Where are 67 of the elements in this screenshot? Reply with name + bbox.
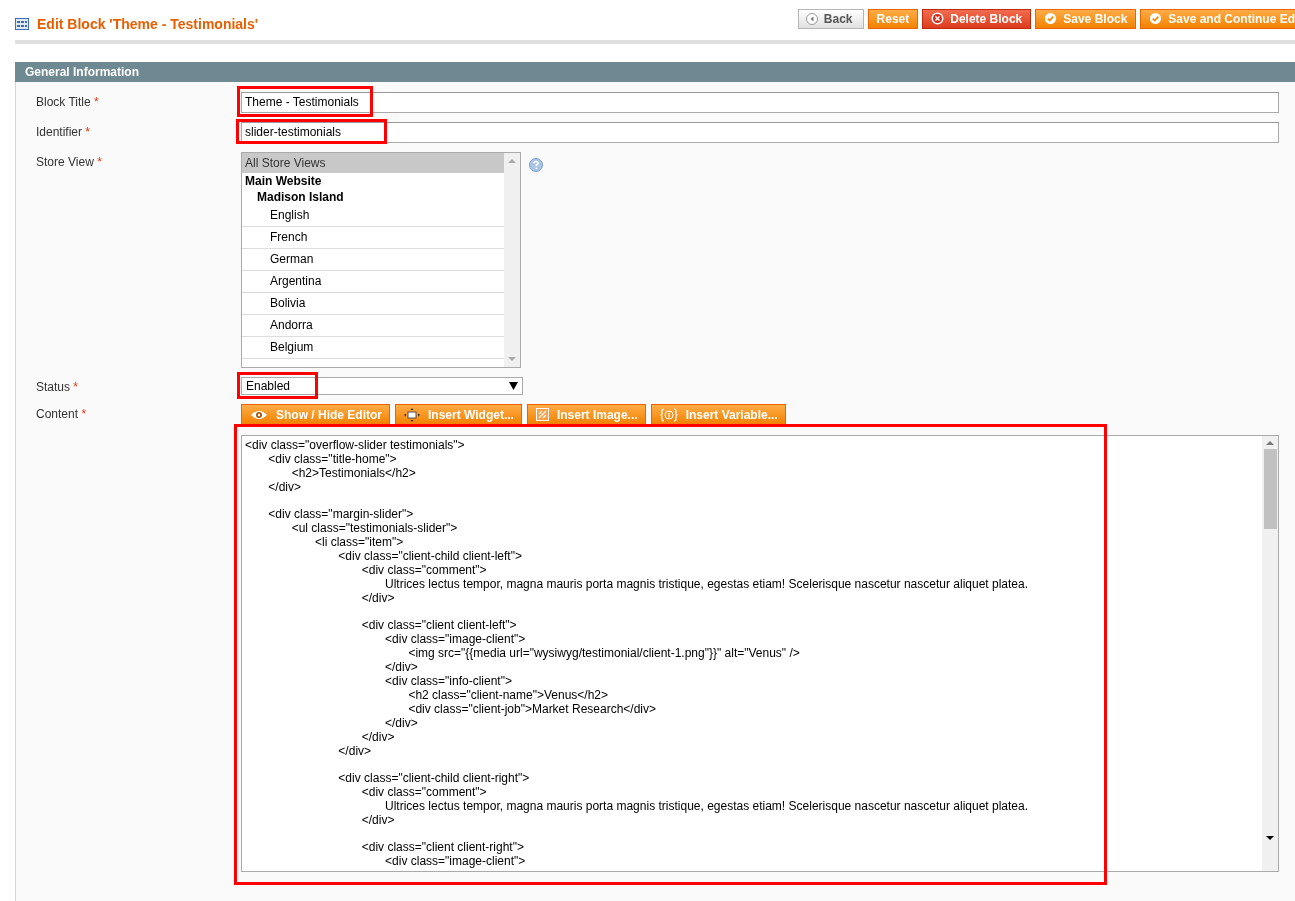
code-line: <div class="client-child client-left"> <box>337 549 523 563</box>
code-line: <li class="item"> <box>314 535 405 549</box>
code-line: <h2>Testimonials</h2> <box>290 466 417 480</box>
widget-icon <box>404 407 420 422</box>
scroll-up-icon[interactable] <box>1266 440 1274 446</box>
text-field[interactable]: Theme - Testimonials <box>241 92 1279 113</box>
page-title: Edit Block 'Theme - Testimonials' <box>37 15 260 32</box>
list-option[interactable]: Argentina <box>242 271 504 293</box>
dropdown-arrow-icon <box>509 382 518 390</box>
check-icon <box>1149 12 1163 25</box>
eye-icon <box>250 408 268 421</box>
code-line: </div> <box>337 744 373 758</box>
group-label: Main Website <box>244 173 323 189</box>
field-label: Block Title * <box>36 94 100 111</box>
code-line: <div class="client-job">Market Research</div> <box>407 702 657 716</box>
group-label: Madison Island <box>256 189 345 205</box>
scrollbar[interactable] <box>1262 436 1278 871</box>
delete-button[interactable]: Delete Block <box>922 8 1032 29</box>
field-label: Status * <box>36 379 80 395</box>
code-line: <div class="image-client"> <box>384 632 527 646</box>
code-line: <div class="client-child client-right"> <box>337 770 531 785</box>
code-line: <div class="comment"> <box>360 785 488 799</box>
code-line: Ultrices lectus tempor, magna mauris porta magnis tristique, egestas etiam! Scelerisque nascetur nascetur aliquet platea. <box>384 799 1029 813</box>
code-line: </div> <box>267 480 303 494</box>
code-line: <div class="image-client"> <box>384 854 527 868</box>
code-line: <img src="{{media url="wysiwyg/testimonial/client-1.png"}}" alt="Venus" /> <box>407 646 801 660</box>
list-option[interactable]: German <box>242 249 504 271</box>
code-line: </div> <box>384 716 419 730</box>
list-option[interactable]: All Store Views <box>242 153 504 173</box>
text-field[interactable]: slider-testimonials <box>241 122 1279 143</box>
close-icon <box>931 12 945 25</box>
scrollbar-thumb[interactable] <box>1263 449 1277 529</box>
image-icon <box>535 408 549 421</box>
help-icon[interactable] <box>529 158 543 172</box>
field-label: Store View * <box>36 154 103 171</box>
code-line: <div class="title-home"> <box>267 452 398 466</box>
code-editor[interactable] <box>241 435 1279 872</box>
code-line: </div> <box>360 591 396 605</box>
scroll-up-icon[interactable] <box>508 158 516 164</box>
code-line: <h2 class="client-name">Venus</h2> <box>407 688 610 702</box>
check-icon <box>1044 12 1058 25</box>
code-line: <div class="client client-left"> <box>360 617 518 632</box>
code-line: <div class="comment"> <box>360 563 488 577</box>
code-line: Ultrices lectus tempor, magna mauris porta magnis tristique, egestas etiam! Scelerisque nascetur nascetur aliquet platea. <box>384 577 1029 591</box>
field-label: Identifier * <box>36 124 92 141</box>
grid-icon <box>15 17 29 30</box>
list-option[interactable]: Andorra <box>242 315 504 337</box>
list-option[interactable]: Belgium <box>242 337 504 359</box>
variable-icon <box>659 407 678 422</box>
code-line: </div> <box>384 660 419 674</box>
scrollbar[interactable] <box>504 153 520 367</box>
scroll-down-icon[interactable] <box>1266 835 1274 841</box>
store-view-list[interactable]: All Store Views Main Website Madison Island English French German Argentina Bolivia Andorra Belgium <box>241 152 521 368</box>
code-line: <div class="client client-right"> <box>360 839 525 854</box>
code-line: <div class="info-client"> <box>384 674 513 688</box>
code-line: </div> <box>360 813 396 827</box>
section-header: General Information <box>15 62 1295 82</box>
field-label: Content * <box>36 406 88 423</box>
status-dropdown[interactable]: Enabled <box>241 377 523 395</box>
code-line: </div> <box>360 730 396 744</box>
list-option[interactable]: French <box>242 227 504 249</box>
list-option[interactable]: Bolivia <box>242 293 504 315</box>
list-option[interactable]: English <box>242 205 504 227</box>
back-button[interactable]: Back <box>797 8 864 29</box>
code-line: <ul class="testimonials-slider"> <box>290 521 459 535</box>
code-line: <div class="overflow-slider testimonials"> <box>245 438 466 452</box>
code-line: <div class="margin-slider"> <box>267 506 415 521</box>
